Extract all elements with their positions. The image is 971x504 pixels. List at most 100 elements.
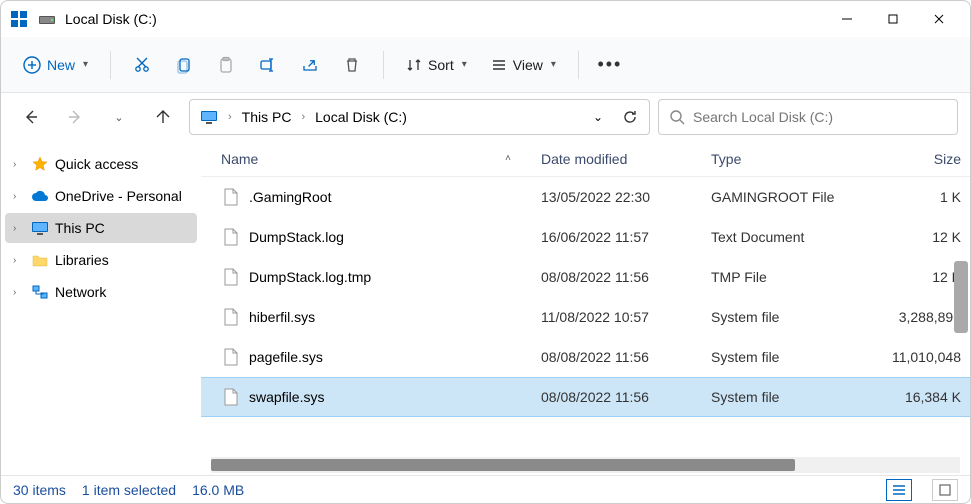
- breadcrumb-this-pc[interactable]: This PC: [236, 105, 298, 129]
- file-name: DumpStack.log.tmp: [249, 269, 541, 285]
- sidebar-item-libraries[interactable]: › Libraries: [5, 245, 197, 275]
- sidebar-item-quick-access[interactable]: › Quick access: [5, 149, 197, 179]
- sidebar-item-label: Quick access: [55, 156, 189, 172]
- list-icon: [892, 484, 906, 496]
- chevron-right-icon[interactable]: ›: [13, 223, 25, 234]
- scrollbar-thumb[interactable]: [211, 459, 795, 471]
- search-input[interactable]: [693, 109, 947, 125]
- cut-button[interactable]: [123, 48, 161, 82]
- close-button[interactable]: [916, 3, 962, 35]
- sort-icon: [406, 57, 422, 73]
- refresh-button[interactable]: [615, 102, 645, 132]
- column-type-label: Type: [711, 151, 741, 167]
- file-name: DumpStack.log: [249, 229, 541, 245]
- sidebar-item-label: Network: [55, 284, 189, 300]
- breadcrumb-root[interactable]: [194, 106, 224, 128]
- chevron-down-icon: ⌄: [593, 110, 603, 124]
- status-bar: 30 items 1 item selected 16.0 MB: [1, 475, 970, 503]
- chevron-right-icon[interactable]: ›: [299, 111, 307, 123]
- navigation-row: ⌄ › This PC › Local Disk (C:) ⌄: [1, 93, 970, 141]
- column-name-label: Name: [221, 151, 258, 167]
- pc-icon: [31, 219, 49, 237]
- file-row[interactable]: pagefile.sys08/08/2022 11:56System file1…: [201, 337, 970, 377]
- file-type: Text Document: [711, 229, 871, 245]
- search-box[interactable]: [658, 99, 958, 135]
- column-type[interactable]: Type: [711, 151, 871, 167]
- paste-button[interactable]: [207, 48, 245, 82]
- file-type: System file: [711, 349, 871, 365]
- address-dropdown-button[interactable]: ⌄: [583, 102, 613, 132]
- sidebar-item-network[interactable]: › Network: [5, 277, 197, 307]
- file-row[interactable]: hiberfil.sys11/08/2022 10:57System file3…: [201, 297, 970, 337]
- chevron-right-icon[interactable]: ›: [13, 159, 25, 170]
- more-button[interactable]: •••: [591, 46, 629, 83]
- column-date-label: Date modified: [541, 151, 627, 167]
- sidebar-item-this-pc[interactable]: › This PC: [5, 213, 197, 243]
- network-icon: [31, 283, 49, 301]
- file-date: 13/05/2022 22:30: [541, 189, 711, 205]
- delete-button[interactable]: [333, 48, 371, 82]
- file-row[interactable]: swapfile.sys08/08/2022 11:56System file1…: [201, 377, 970, 417]
- main-area: ›Quick access›OneDrive - Personal›This P…: [1, 141, 970, 475]
- horizontal-scrollbar[interactable]: [211, 457, 960, 473]
- file-date: 08/08/2022 11:56: [541, 349, 711, 365]
- minimize-button[interactable]: [824, 3, 870, 35]
- address-bar[interactable]: › This PC › Local Disk (C:) ⌄: [189, 99, 650, 135]
- file-row[interactable]: DumpStack.log.tmp08/08/2022 11:56TMP Fil…: [201, 257, 970, 297]
- drive-icon: [37, 9, 57, 29]
- separator: [383, 51, 384, 79]
- arrow-up-icon: [155, 109, 171, 125]
- file-size: 3,288,896: [871, 309, 961, 325]
- separator: [110, 51, 111, 79]
- titlebar: Local Disk (C:): [1, 1, 970, 37]
- maximize-button[interactable]: [870, 3, 916, 35]
- chevron-right-icon[interactable]: ›: [13, 191, 25, 202]
- file-date: 16/06/2022 11:57: [541, 229, 711, 245]
- chevron-down-icon: ▾: [462, 59, 467, 70]
- separator: [578, 51, 579, 79]
- file-name: hiberfil.sys: [249, 309, 541, 325]
- breadcrumb-local-disk[interactable]: Local Disk (C:): [309, 105, 413, 129]
- rename-icon: [259, 56, 277, 74]
- forward-button[interactable]: [57, 99, 93, 135]
- chevron-down-icon: ▾: [551, 59, 556, 70]
- sort-label: Sort: [428, 57, 454, 73]
- sidebar-item-label: Libraries: [55, 252, 189, 268]
- sidebar-item-label: This PC: [55, 220, 189, 236]
- details-view-button[interactable]: [886, 479, 912, 501]
- file-icon: [221, 347, 241, 367]
- column-name[interactable]: Name ˄: [221, 151, 541, 167]
- file-type: GAMINGROOT File: [711, 189, 871, 205]
- new-button[interactable]: New ▾: [13, 48, 98, 82]
- thumbnails-view-button[interactable]: [932, 479, 958, 501]
- column-date[interactable]: Date modified: [541, 151, 711, 167]
- chevron-right-icon[interactable]: ›: [13, 255, 25, 266]
- file-row[interactable]: .GamingRoot13/05/2022 22:30GAMINGROOT Fi…: [201, 177, 970, 217]
- sort-indicator-icon: ˄: [505, 153, 511, 164]
- sort-button[interactable]: Sort ▾: [396, 49, 477, 81]
- view-button[interactable]: View ▾: [481, 49, 566, 81]
- chevron-right-icon[interactable]: ›: [13, 287, 25, 298]
- file-size: 1 K: [871, 189, 961, 205]
- sidebar-item-onedrive-personal[interactable]: ›OneDrive - Personal: [5, 181, 197, 211]
- up-button[interactable]: [145, 99, 181, 135]
- search-icon: [669, 109, 685, 125]
- share-button[interactable]: [291, 48, 329, 82]
- back-button[interactable]: [13, 99, 49, 135]
- file-date: 11/08/2022 10:57: [541, 309, 711, 325]
- window-title: Local Disk (C:): [65, 11, 157, 27]
- copy-button[interactable]: [165, 48, 203, 82]
- file-pane: Name ˄ Date modified Type Size .GamingRo…: [201, 141, 970, 475]
- column-size[interactable]: Size: [871, 151, 961, 167]
- rename-button[interactable]: [249, 48, 287, 82]
- file-list[interactable]: .GamingRoot13/05/2022 22:30GAMINGROOT Fi…: [201, 177, 970, 457]
- column-size-label: Size: [934, 151, 961, 167]
- chevron-right-icon[interactable]: ›: [226, 111, 234, 123]
- grid-icon: [939, 484, 951, 496]
- toolbar: New ▾ Sort ▾ View ▾ •••: [1, 37, 970, 93]
- file-row[interactable]: DumpStack.log16/06/2022 11:57Text Docume…: [201, 217, 970, 257]
- file-name: swapfile.sys: [249, 389, 541, 405]
- vertical-scrollbar-thumb[interactable]: [954, 261, 968, 333]
- recent-button[interactable]: ⌄: [101, 99, 137, 135]
- arrow-left-icon: [23, 109, 39, 125]
